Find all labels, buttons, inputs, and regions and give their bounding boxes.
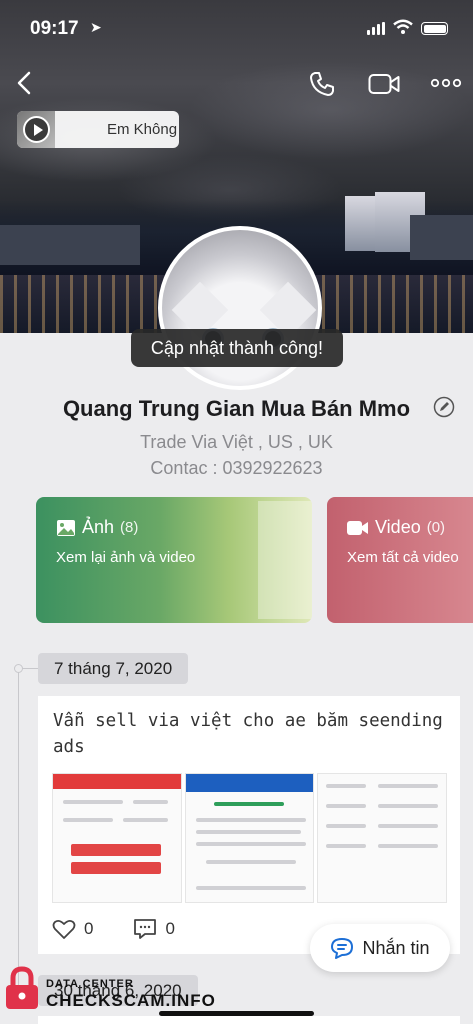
comment-count: 0 [165, 919, 175, 938]
post-image[interactable] [52, 773, 182, 903]
location-arrow-icon: ➤ [90, 19, 102, 35]
watermark: DATA CENTER CHECKSCAM.INFO [4, 966, 215, 1016]
video-call-icon[interactable] [368, 72, 400, 96]
post-images [52, 773, 448, 903]
back-icon[interactable] [12, 70, 38, 96]
profile-music-chip[interactable]: Em Không [17, 111, 179, 148]
edit-name-icon[interactable] [433, 396, 455, 418]
image-icon [57, 519, 75, 536]
album-preview-image [258, 501, 312, 619]
status-time: 09:17 [30, 18, 79, 39]
post-actions: 0 0 [52, 918, 175, 940]
timeline-post[interactable]: Vẫn sell via việt cho ae băm seending ad… [38, 696, 460, 954]
chat-bubble-icon [331, 938, 354, 959]
timeline-date: 7 tháng 7, 2020 [38, 653, 189, 684]
signal-icon [367, 22, 385, 35]
building [410, 215, 473, 260]
photos-album-subtitle: Xem lại ảnh và video [56, 549, 196, 566]
comment-icon[interactable] [133, 918, 157, 940]
status-bar: 09:17 ➤ [0, 0, 473, 56]
music-title: Em Không [107, 121, 178, 138]
videos-album-title: Video [375, 517, 421, 537]
message-button-label: Nhắn tin [362, 937, 430, 958]
timeline-connector [22, 668, 38, 669]
profile-bio-line: Contac : 0392922623 [150, 458, 323, 478]
building [0, 225, 140, 265]
wifi-icon [393, 19, 413, 34]
watermark-line2: CHECKSCAM.INFO [46, 991, 216, 1010]
building [345, 196, 375, 251]
heart-icon[interactable] [52, 918, 76, 940]
profile-bio-line: Trade Via Việt , US , UK [140, 432, 333, 452]
home-indicator[interactable] [159, 1011, 314, 1016]
videos-album-count: (0) [426, 519, 446, 536]
battery-icon [421, 22, 448, 35]
lock-icon [6, 966, 38, 1009]
videos-album-card[interactable]: Video (0) Xem tất cả video [327, 497, 473, 623]
photos-album-count: (8) [120, 519, 139, 536]
more-icon[interactable] [430, 78, 462, 88]
message-button[interactable]: Nhắn tin [310, 924, 450, 972]
photos-album-card[interactable]: Ảnh (8) Xem lại ảnh và video [36, 497, 312, 623]
success-toast: Cập nhật thành công! [131, 329, 343, 367]
profile-name: Quang Trung Gian Mua Bán Mmo [62, 396, 411, 421]
music-thumbnail [17, 111, 55, 148]
post-image[interactable] [317, 773, 448, 903]
timeline-line [18, 668, 19, 998]
phone-call-icon[interactable] [308, 70, 336, 98]
watermark-line1: DATA CENTER [46, 978, 134, 990]
photos-album-title: Ảnh [82, 517, 115, 537]
videos-album-subtitle: Xem tất cả video [347, 549, 459, 566]
post-text: Vẫn sell via việt cho ae băm seending ad… [53, 711, 443, 757]
video-icon [347, 520, 368, 535]
play-icon[interactable] [23, 116, 50, 143]
timeline-post[interactable] [38, 1016, 460, 1024]
post-image[interactable] [184, 773, 315, 903]
like-count: 0 [84, 919, 94, 938]
